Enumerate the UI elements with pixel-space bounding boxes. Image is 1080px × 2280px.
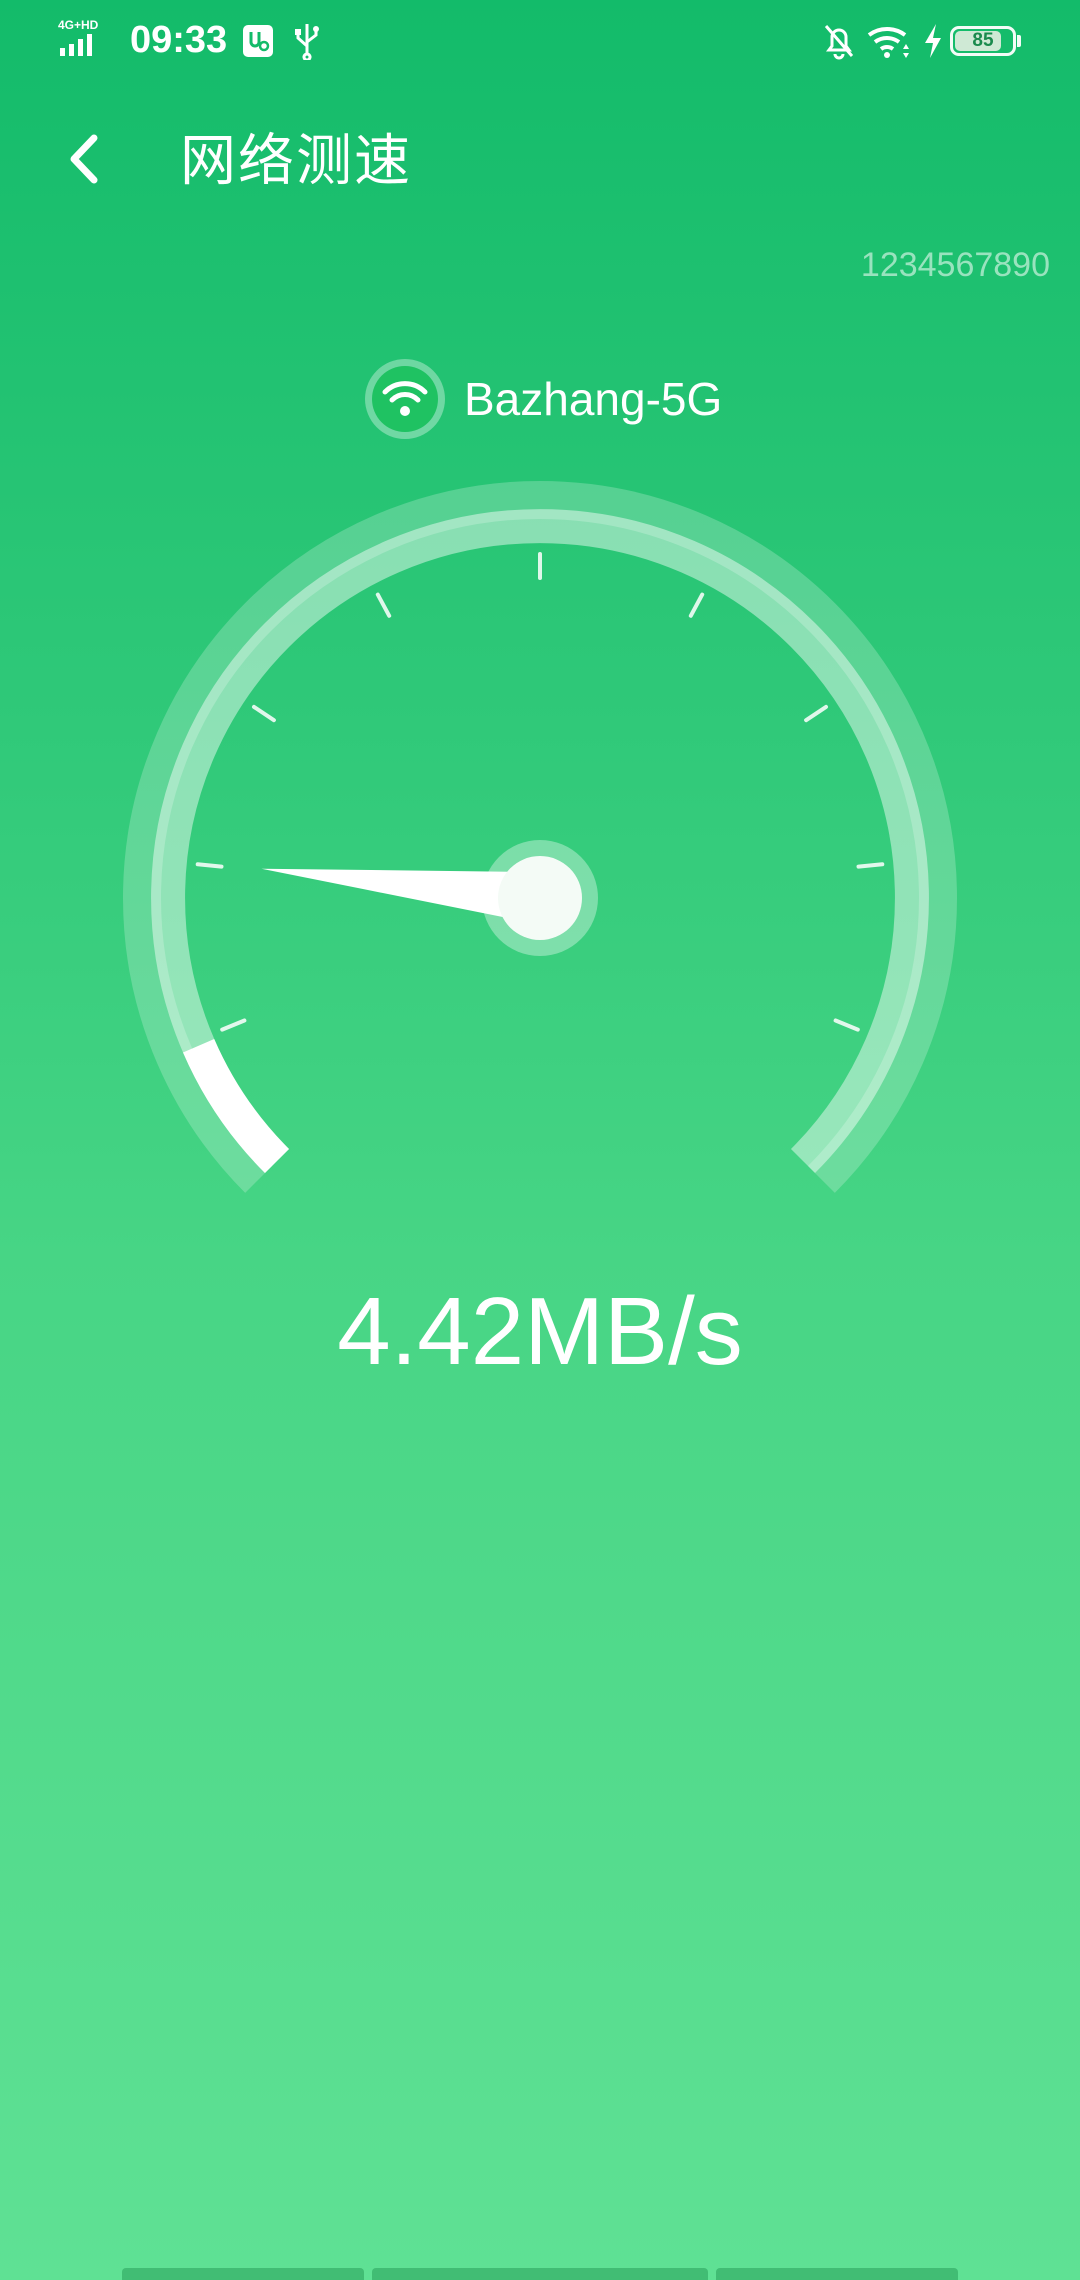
gauge-tick	[195, 862, 224, 869]
bottom-tab-3	[716, 2268, 958, 2280]
speed-value: 4.42MB/s	[337, 1278, 743, 1385]
bottom-tab-2	[372, 2268, 708, 2280]
gauge-tick	[856, 862, 885, 869]
gauge-tick	[833, 1018, 860, 1032]
gauge-tick	[252, 704, 276, 723]
gauge-tick	[375, 592, 392, 618]
gauge-hub	[498, 856, 582, 940]
bottom-tab-1	[122, 2268, 364, 2280]
gauge-outer-ring	[123, 481, 957, 1193]
gauge-tick	[688, 592, 705, 618]
speed-gauge	[123, 481, 957, 1193]
gauge-tick	[220, 1018, 247, 1032]
gauge-tick	[804, 704, 828, 723]
